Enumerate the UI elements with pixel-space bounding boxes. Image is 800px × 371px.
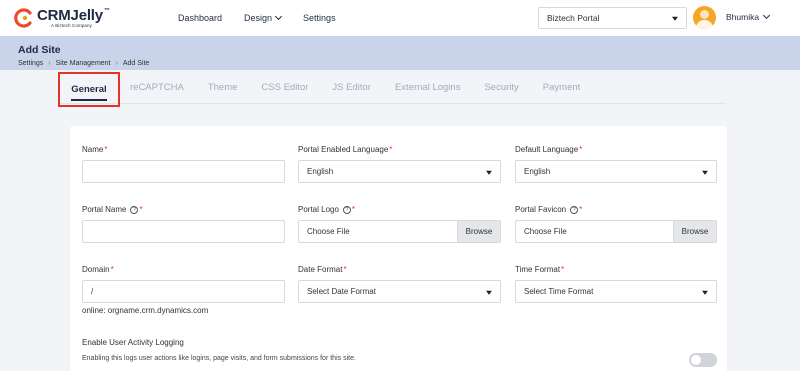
brand-tagline: A Biztech Company: [51, 22, 92, 28]
dropdown-caret-icon: [486, 290, 492, 295]
nav-design-label: Design: [244, 13, 273, 23]
avatar-body-shape: [696, 20, 713, 29]
user-name-label: Bhumika: [726, 12, 760, 22]
nav-design[interactable]: Design: [244, 12, 283, 23]
user-avatar[interactable]: [693, 6, 716, 29]
domain-label: Domain *: [82, 265, 114, 274]
user-menu[interactable]: Bhumika: [726, 11, 771, 22]
portal-name-input[interactable]: [82, 220, 285, 243]
date-format-value: Select Date Format: [307, 287, 376, 296]
portal-logo-file-input[interactable]: Choose File Browse: [298, 220, 501, 243]
portal-enabled-language-label: Portal Enabled Language *: [298, 145, 393, 154]
tab-css-editor[interactable]: CSS Editor: [261, 82, 308, 93]
required-marker: *: [561, 265, 565, 274]
default-language-select[interactable]: English: [515, 160, 717, 183]
help-icon[interactable]: ?: [130, 205, 139, 214]
logo-mark-icon: [14, 8, 32, 28]
portal-select[interactable]: Biztech Portal: [538, 7, 687, 29]
portal-logo-label: Portal Logo? *: [298, 205, 356, 214]
activity-logging-title: Enable User Activity Logging: [82, 338, 184, 347]
help-icon[interactable]: ?: [570, 205, 579, 214]
breadcrumb-site-management[interactable]: Site Management: [56, 60, 111, 67]
dropdown-caret-icon: [486, 170, 492, 175]
portal-name-label: Portal Name? *: [82, 205, 143, 214]
breadcrumb-settings[interactable]: Settings: [18, 60, 43, 67]
main-nav: Dashboard Design Settings: [178, 0, 358, 36]
portal-favicon-browse-button[interactable]: Browse: [673, 221, 716, 242]
name-input[interactable]: [82, 160, 285, 183]
top-navigation-bar: CRMJelly™ A Biztech Company Dashboard De…: [0, 0, 800, 36]
tab-payment[interactable]: Payment: [543, 82, 581, 93]
tab-theme[interactable]: Theme: [208, 82, 238, 93]
portal-logo-browse-button[interactable]: Browse: [457, 221, 500, 242]
required-marker: *: [104, 145, 108, 154]
domain-hint: online: orgname.crm.dynamics.com: [82, 306, 209, 315]
active-tab-underline: [71, 99, 107, 101]
dropdown-caret-icon: [702, 170, 708, 175]
required-marker: *: [579, 205, 583, 214]
required-marker: *: [110, 265, 114, 274]
breadcrumb-separator-icon: ›: [115, 60, 118, 67]
default-language-value: English: [524, 167, 551, 176]
portal-logo-file-text: Choose File: [307, 227, 350, 236]
chevron-down-icon: [275, 12, 283, 21]
activity-logging-toggle[interactable]: [689, 353, 717, 367]
required-marker: *: [389, 145, 393, 154]
crmjelly-logo[interactable]: CRMJelly™ A Biztech Company: [14, 6, 110, 30]
breadcrumb-separator-icon: ›: [48, 60, 51, 67]
date-format-label: Date Format *: [298, 265, 347, 274]
required-marker: *: [579, 145, 583, 154]
toggle-knob: [691, 355, 701, 365]
nav-dashboard-label: Dashboard: [178, 13, 223, 23]
date-format-select[interactable]: Select Date Format: [298, 280, 501, 303]
chevron-down-icon: [763, 11, 771, 20]
time-format-label: Time Format *: [515, 265, 565, 274]
tab-general-label: General: [71, 84, 107, 95]
portal-favicon-file-input[interactable]: Choose File Browse: [515, 220, 717, 243]
nav-settings-label: Settings: [303, 13, 336, 23]
portal-enabled-language-value: English: [307, 167, 334, 176]
breadcrumb-add-site: Add Site: [122, 60, 150, 67]
dropdown-caret-icon: [672, 16, 678, 21]
nav-settings[interactable]: Settings: [303, 13, 336, 23]
time-format-value: Select Time Format: [524, 287, 594, 296]
trademark-symbol: ™: [103, 7, 110, 14]
nav-dashboard[interactable]: Dashboard: [178, 13, 222, 23]
required-marker: *: [351, 205, 356, 214]
tab-recaptcha[interactable]: reCAPTCHA: [130, 82, 184, 93]
tab-js-editor[interactable]: JS Editor: [332, 82, 371, 93]
brand-name: CRMJelly: [37, 6, 103, 24]
tab-general[interactable]: General: [58, 72, 120, 107]
portal-select-value: Biztech Portal: [547, 13, 600, 23]
default-language-label: Default Language *: [515, 145, 583, 154]
tab-security[interactable]: Security: [484, 82, 518, 93]
activity-logging-description: Enabling this logs user actions like log…: [82, 355, 356, 362]
name-label: Name *: [82, 145, 108, 154]
breadcrumb: Settings › Site Management › Add Site: [18, 60, 149, 67]
settings-tabs: General reCAPTCHA Theme CSS Editor JS Ed…: [58, 72, 726, 107]
domain-input[interactable]: /: [82, 280, 285, 303]
avatar-head-shape: [700, 10, 709, 19]
tab-external-logins[interactable]: External Logins: [395, 82, 460, 93]
dropdown-caret-icon: [702, 290, 708, 295]
help-icon[interactable]: ?: [342, 205, 351, 214]
required-marker: *: [139, 205, 143, 214]
portal-favicon-file-text: Choose File: [524, 227, 567, 236]
time-format-select[interactable]: Select Time Format: [515, 280, 717, 303]
page-title: Add Site: [18, 44, 61, 56]
portal-enabled-language-select[interactable]: English: [298, 160, 501, 183]
required-marker: *: [343, 265, 347, 274]
portal-favicon-label: Portal Favicon? *: [515, 205, 583, 214]
